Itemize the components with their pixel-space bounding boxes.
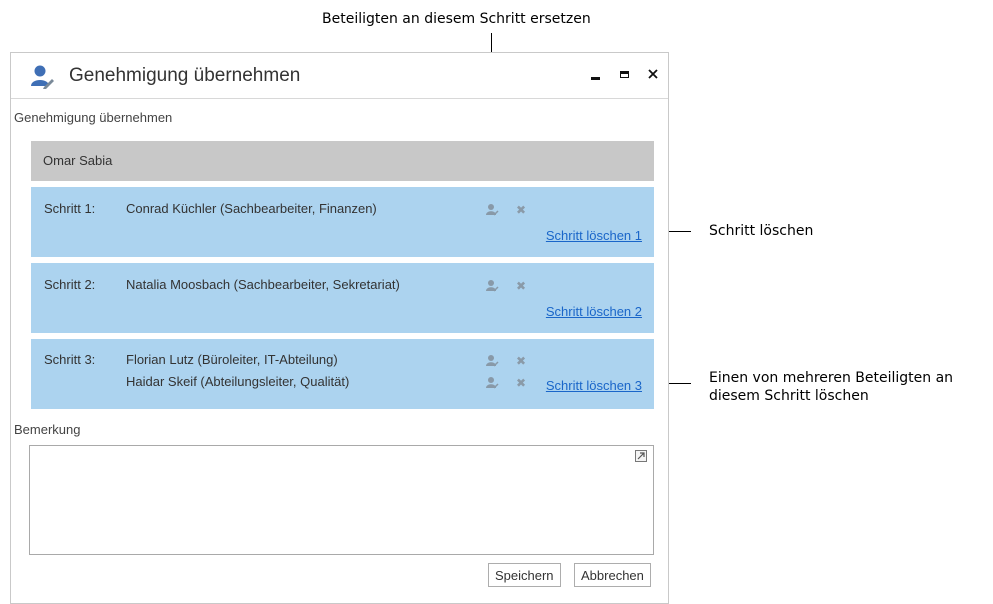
replace-participant-icon[interactable] bbox=[485, 354, 499, 368]
owner-name: Omar Sabia bbox=[43, 153, 113, 168]
remove-participant-icon[interactable]: ✖ bbox=[515, 377, 527, 389]
delete-step-link[interactable]: Schritt löschen 2 bbox=[546, 304, 642, 319]
step-row-1: Schritt 1: Conrad Küchler (Sachbearbeite… bbox=[31, 187, 654, 257]
callout-delete-participant: Einen von mehreren Beteiligten an diesem… bbox=[709, 370, 954, 404]
close-icon[interactable] bbox=[642, 63, 664, 85]
replace-participant-icon[interactable] bbox=[485, 203, 499, 217]
expand-icon[interactable] bbox=[635, 450, 647, 462]
callout-replace: Beteiligten an diesem Schritt ersetzen bbox=[322, 11, 591, 27]
remove-participant-icon[interactable]: ✖ bbox=[515, 204, 527, 216]
minimize-icon[interactable] bbox=[584, 63, 606, 85]
remove-participant-icon[interactable]: ✖ bbox=[515, 355, 527, 367]
step-row-3: Schritt 3: Florian Lutz (Büroleiter, IT-… bbox=[31, 339, 654, 409]
step-label: Schritt 1: bbox=[44, 201, 96, 216]
owner-row: Omar Sabia bbox=[31, 141, 654, 181]
dialog-title: Genehmigung übernehmen bbox=[69, 65, 301, 86]
replace-participant-icon[interactable] bbox=[485, 279, 499, 293]
maximize-icon[interactable] bbox=[613, 63, 635, 85]
save-button[interactable]: Speichern bbox=[488, 563, 561, 587]
cancel-button[interactable]: Abbrechen bbox=[574, 563, 651, 587]
participant-name: Conrad Küchler (Sachbearbeiter, Finanzen… bbox=[126, 201, 377, 216]
remark-textarea[interactable] bbox=[29, 445, 654, 555]
remove-participant-icon[interactable]: ✖ bbox=[515, 280, 527, 292]
user-edit-icon bbox=[29, 64, 55, 90]
participant-name: Haidar Skeif (Abteilungsleiter, Qualität… bbox=[126, 374, 350, 389]
callout-delete-step: Schritt löschen bbox=[709, 223, 814, 239]
step-label: Schritt 2: bbox=[44, 277, 96, 292]
participant-name: Florian Lutz (Büroleiter, IT-Abteilung) bbox=[126, 352, 338, 367]
step-label: Schritt 3: bbox=[44, 352, 96, 367]
dialog-window: Genehmigung übernehmen Genehmigung übern… bbox=[10, 52, 669, 604]
delete-step-link[interactable]: Schritt löschen 1 bbox=[546, 228, 642, 243]
participant-name: Natalia Moosbach (Sachbearbeiter, Sekret… bbox=[126, 277, 400, 292]
section-heading: Genehmigung übernehmen bbox=[14, 110, 173, 125]
replace-participant-icon[interactable] bbox=[485, 376, 499, 390]
remark-label: Bemerkung bbox=[14, 422, 81, 437]
step-row-2: Schritt 2: Natalia Moosbach (Sachbearbei… bbox=[31, 263, 654, 333]
title-bar: Genehmigung übernehmen bbox=[11, 53, 668, 99]
delete-step-link[interactable]: Schritt löschen 3 bbox=[546, 378, 642, 393]
